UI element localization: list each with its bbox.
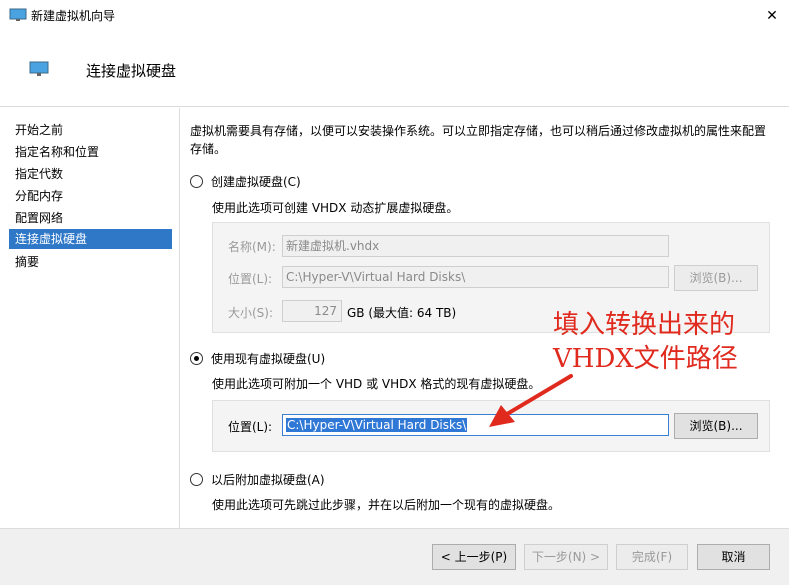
close-icon: ✕ bbox=[766, 8, 778, 24]
cancel-button[interactable]: 取消 bbox=[697, 544, 770, 570]
existing-location-field[interactable]: C:\Hyper-V\Virtual Hard Disks\ bbox=[282, 414, 669, 436]
step-memory[interactable]: 分配内存 bbox=[9, 186, 172, 206]
footer-bar: < 上一步(P) 下一步(N) > 完成(F) 取消 bbox=[0, 528, 789, 585]
later-disk-desc: 使用此选项可先跳过此步骤，并在以后附加一个现有的虚拟硬盘。 bbox=[212, 498, 561, 512]
existing-disk-option[interactable]: 使用现有虚拟硬盘(U) bbox=[190, 349, 325, 367]
next-button[interactable]: 下一步(N) > bbox=[524, 544, 608, 570]
later-disk-radio[interactable] bbox=[190, 472, 203, 486]
existing-disk-radio[interactable] bbox=[190, 351, 203, 365]
name-label: 名称(M): bbox=[228, 240, 276, 254]
annotation-line-2: VHDX文件路径 bbox=[553, 344, 738, 374]
title-bar bbox=[0, 0, 789, 33]
size-unit: GB (最大值: 64 TB) bbox=[347, 306, 457, 320]
step-generation[interactable]: 指定代数 bbox=[9, 164, 172, 184]
existing-location-label: 位置(L): bbox=[228, 420, 273, 434]
create-disk-desc: 使用此选项可创建 VHDX 动态扩展虚拟硬盘。 bbox=[212, 201, 459, 215]
create-disk-option[interactable]: 创建虚拟硬盘(C) bbox=[190, 172, 301, 190]
create-disk-label: 创建虚拟硬盘(C) bbox=[211, 174, 301, 189]
close-button[interactable]: ✕ bbox=[756, 2, 788, 30]
page-title: 连接虚拟硬盘 bbox=[86, 62, 177, 80]
step-network[interactable]: 配置网络 bbox=[9, 208, 172, 228]
window-title: 新建虚拟机向导 bbox=[31, 9, 116, 23]
location-label: 位置(L): bbox=[228, 272, 273, 286]
annotation-line-1: 填入转换出来的 bbox=[553, 310, 736, 340]
previous-button[interactable]: < 上一步(P) bbox=[432, 544, 516, 570]
existing-location-value: C:\Hyper-V\Virtual Hard Disks\ bbox=[286, 418, 468, 432]
create-disk-radio[interactable] bbox=[190, 174, 203, 188]
monitor-icon bbox=[9, 8, 27, 21]
create-location-field[interactable]: C:\Hyper-V\Virtual Hard Disks\ bbox=[282, 266, 669, 288]
annotation-arrow-icon bbox=[489, 374, 573, 427]
wizard-steps-sidebar: 开始之前 指定名称和位置 指定代数 分配内存 配置网络 连接虚拟硬盘 摘要 bbox=[0, 108, 180, 528]
existing-browse-button[interactable]: 浏览(B)... bbox=[674, 413, 758, 439]
size-field[interactable]: 127 bbox=[282, 300, 342, 322]
step-connect-disk[interactable]: 连接虚拟硬盘 bbox=[9, 229, 172, 249]
monitor-icon bbox=[29, 61, 49, 76]
step-name-location[interactable]: 指定名称和位置 bbox=[9, 142, 172, 162]
finish-button[interactable]: 完成(F) bbox=[616, 544, 688, 570]
existing-disk-label: 使用现有虚拟硬盘(U) bbox=[211, 351, 326, 366]
step-before-you-begin[interactable]: 开始之前 bbox=[9, 120, 172, 140]
create-browse-button[interactable]: 浏览(B)... bbox=[674, 265, 758, 291]
later-disk-option[interactable]: 以后附加虚拟硬盘(A) bbox=[190, 470, 325, 488]
name-field[interactable]: 新建虚拟机.vhdx bbox=[282, 235, 669, 257]
description-text: 虚拟机需要具有存储，以便可以安装操作系统。可以立即指定存储，也可以稍后通过修改虚… bbox=[190, 124, 767, 156]
step-summary[interactable]: 摘要 bbox=[9, 252, 172, 272]
later-disk-label: 以后附加虚拟硬盘(A) bbox=[211, 472, 325, 487]
annotation-text: 填入转换出来的 VHDX文件路径 bbox=[553, 308, 783, 376]
size-label: 大小(S): bbox=[228, 306, 274, 320]
